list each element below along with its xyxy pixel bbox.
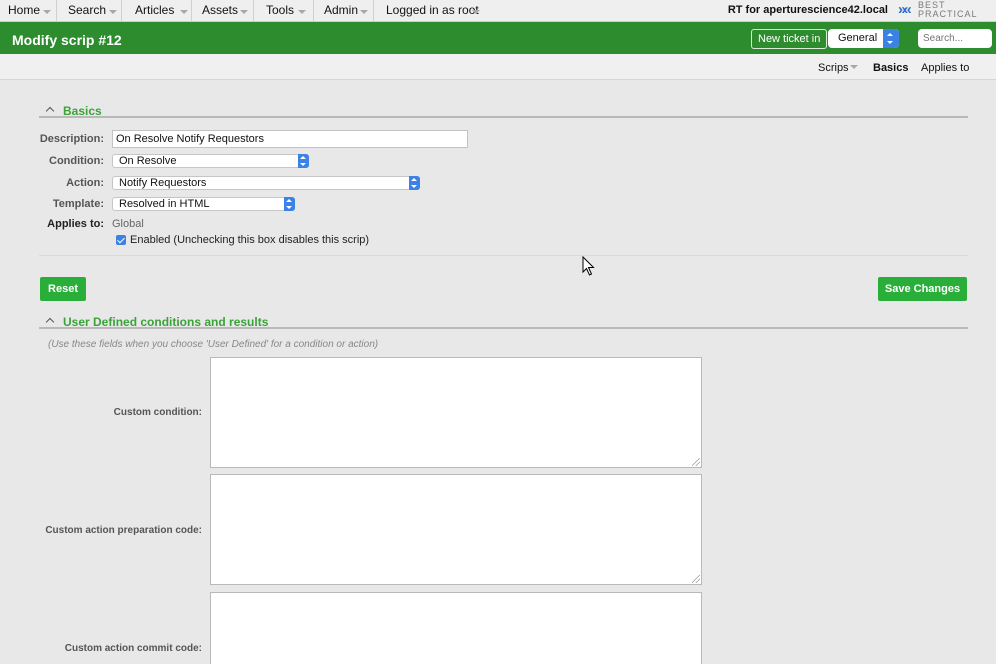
reset-button[interactable]: Reset bbox=[40, 277, 86, 301]
custom-commit-label: Custom action commit code: bbox=[64, 643, 202, 654]
chevron-down-icon bbox=[43, 10, 51, 14]
description-label: Description: bbox=[39, 133, 104, 145]
chevron-down-icon bbox=[298, 10, 306, 14]
resize-grip-icon[interactable] bbox=[692, 575, 700, 583]
logo-arrows-icon: »« bbox=[898, 1, 912, 18]
select-arrows-icon bbox=[409, 176, 420, 190]
select-arrows-icon bbox=[284, 197, 295, 211]
menu-search[interactable]: Search bbox=[60, 0, 122, 22]
menu-home[interactable]: Home bbox=[0, 0, 57, 22]
template-select[interactable]: Resolved in HTML bbox=[112, 197, 295, 211]
custom-prep-textarea[interactable] bbox=[210, 474, 702, 585]
custom-condition-textarea[interactable] bbox=[210, 357, 702, 468]
template-label: Template: bbox=[52, 198, 104, 210]
subnav-scrips-label: Scrips bbox=[818, 62, 849, 74]
menu-search-label: Search bbox=[68, 3, 107, 17]
menu-assets-label: Assets bbox=[202, 3, 239, 17]
menu-articles-label: Articles bbox=[135, 3, 175, 17]
menu-tools-label: Tools bbox=[266, 3, 295, 17]
mouse-cursor-icon bbox=[582, 256, 595, 276]
menu-assets[interactable]: Assets bbox=[194, 0, 254, 22]
collapse-chevron-icon bbox=[45, 106, 55, 116]
custom-condition-label: Custom condition: bbox=[113, 407, 202, 418]
menu-logged-in-label: Logged in as root bbox=[386, 3, 479, 17]
subnav-applies-to[interactable]: Applies to bbox=[921, 62, 969, 74]
queue-select[interactable]: General bbox=[828, 29, 899, 48]
rt-instance-label: RT for aperturescience42.local bbox=[727, 4, 888, 16]
condition-select-value: On Resolve bbox=[119, 155, 177, 167]
best-practical-logo[interactable]: »« BEST PRACTICAL bbox=[898, 0, 996, 22]
basics-section-header[interactable]: Basics bbox=[39, 104, 968, 118]
select-arrows-icon bbox=[883, 29, 899, 48]
search-input[interactable] bbox=[918, 29, 992, 48]
action-select-value: Notify Requestors bbox=[119, 177, 207, 189]
user-defined-section-header[interactable]: User Defined conditions and results bbox=[39, 315, 968, 329]
custom-prep-label: Custom action preparation code: bbox=[45, 525, 202, 536]
resize-grip-icon[interactable] bbox=[692, 458, 700, 466]
applies-to-label: Applies to: bbox=[47, 218, 104, 230]
condition-label: Condition: bbox=[49, 155, 104, 167]
subnav-scrips[interactable]: Scrips bbox=[818, 62, 849, 74]
page-subnav: Scrips Basics Applies to bbox=[0, 54, 996, 80]
action-label: Action: bbox=[66, 177, 104, 189]
select-arrows-icon bbox=[298, 154, 309, 168]
menu-logged-in[interactable]: Logged in as root bbox=[378, 0, 488, 22]
basics-section-title: Basics bbox=[63, 104, 102, 118]
page-header: Modify scrip #12 New ticket in General bbox=[0, 22, 996, 54]
queue-select-value: General bbox=[838, 32, 878, 44]
chevron-down-icon bbox=[240, 10, 248, 14]
template-select-value: Resolved in HTML bbox=[119, 198, 210, 210]
subnav-basics[interactable]: Basics bbox=[873, 62, 908, 74]
menu-admin[interactable]: Admin bbox=[316, 0, 374, 22]
menu-admin-label: Admin bbox=[324, 3, 359, 17]
chevron-down-icon bbox=[109, 10, 117, 14]
enabled-checkbox-label: Enabled (Unchecking this box disables th… bbox=[130, 234, 370, 246]
menu-articles[interactable]: Articles bbox=[127, 0, 192, 22]
menu-tools[interactable]: Tools bbox=[258, 0, 314, 22]
logo-text: BEST PRACTICAL bbox=[918, 1, 978, 19]
top-menu-bar: Home Search Articles Assets Tools Admin … bbox=[0, 0, 996, 22]
new-ticket-button[interactable]: New ticket in bbox=[751, 29, 828, 49]
menu-home-label: Home bbox=[8, 3, 41, 17]
user-defined-section-title: User Defined conditions and results bbox=[63, 315, 269, 329]
chevron-down-icon bbox=[360, 10, 368, 14]
save-changes-button[interactable]: Save Changes bbox=[878, 277, 967, 301]
enabled-checkbox[interactable] bbox=[116, 235, 126, 245]
section-divider bbox=[39, 255, 968, 256]
chevron-down-icon bbox=[472, 10, 480, 14]
applies-to-value: Global bbox=[112, 218, 144, 230]
description-field[interactable]: On Resolve Notify Requestors bbox=[112, 130, 468, 148]
chevron-down-icon bbox=[180, 10, 188, 14]
chevron-down-icon bbox=[850, 65, 858, 69]
page-title: Modify scrip #12 bbox=[12, 32, 122, 48]
collapse-chevron-icon bbox=[45, 317, 55, 327]
logo-line-2: PRACTICAL bbox=[918, 9, 978, 19]
condition-select[interactable]: On Resolve bbox=[112, 154, 309, 168]
action-select[interactable]: Notify Requestors bbox=[112, 176, 420, 190]
user-defined-hint: (Use these fields when you choose 'User … bbox=[48, 339, 379, 350]
custom-commit-textarea[interactable] bbox=[210, 592, 702, 664]
